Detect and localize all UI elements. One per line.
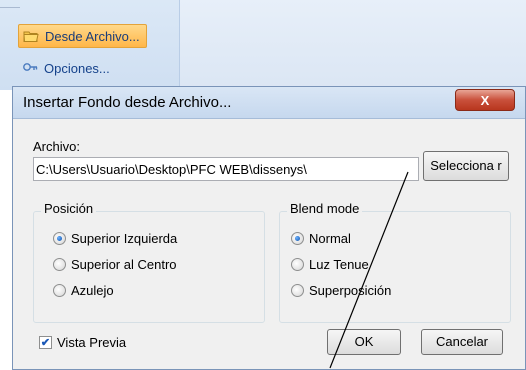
annotation-line [329, 171, 409, 369]
